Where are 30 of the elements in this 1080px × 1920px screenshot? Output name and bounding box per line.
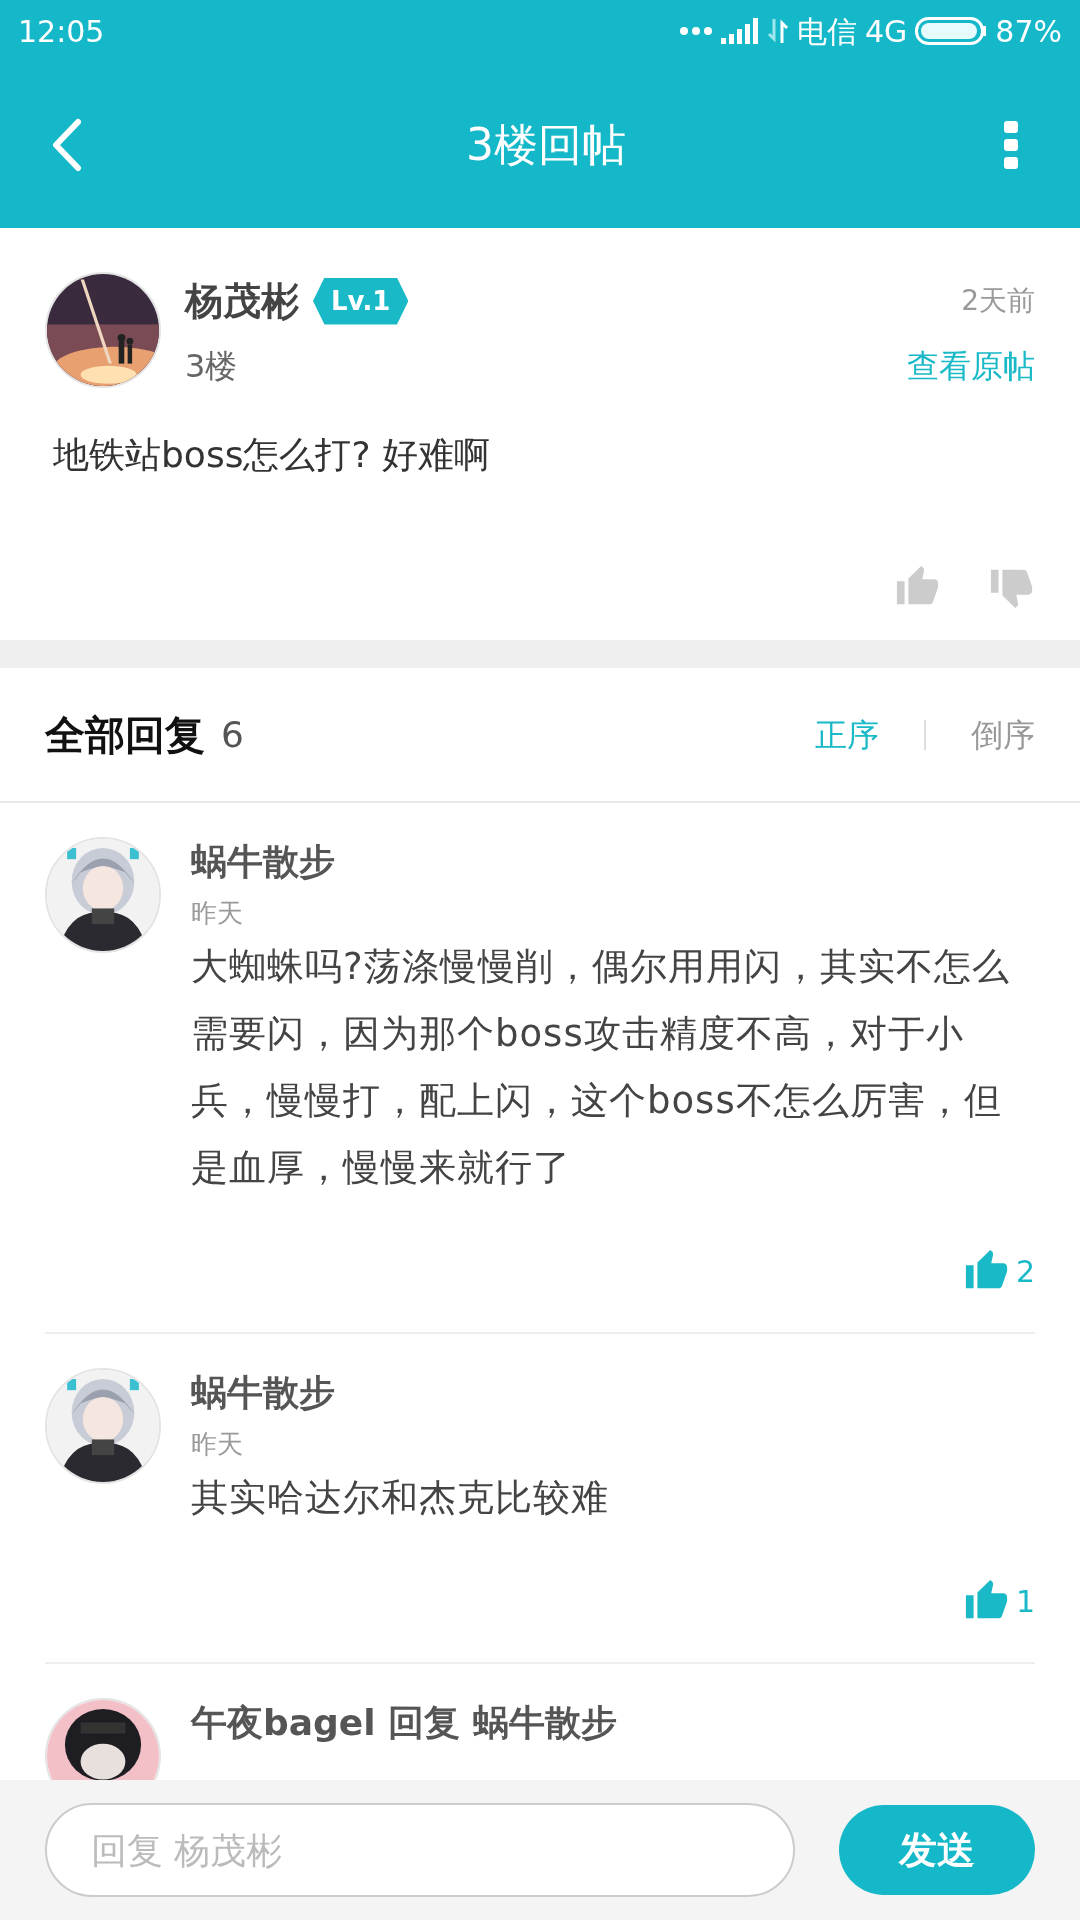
- post-text: 地铁站boss怎么打? 好难啊: [52, 433, 491, 477]
- section-title: 全部回复: [45, 710, 205, 760]
- sort-option[interactable]: 倒序: [971, 710, 1035, 759]
- level-badge: Lv.1: [313, 277, 409, 325]
- dots-icon: [678, 26, 713, 36]
- carrier-label: 电信: [796, 12, 857, 51]
- more-icon[interactable]: [1004, 121, 1018, 169]
- reply-time: 昨天: [191, 1428, 244, 1461]
- reply-count: 6: [221, 712, 244, 757]
- like-count: 2: [1015, 1252, 1035, 1291]
- sort-option[interactable]: 正序: [815, 710, 879, 759]
- author-name: 杨茂彬: [185, 278, 299, 325]
- page-title: 3楼回帖: [465, 118, 627, 172]
- reply-author: 蜗牛散步: [191, 840, 336, 884]
- reply-input[interactable]: 回复 杨茂彬: [45, 1803, 795, 1897]
- post-time: 2天前: [961, 283, 1035, 319]
- reply-author: 蜗牛散步: [191, 1371, 336, 1415]
- status-time: 12:05: [18, 12, 105, 51]
- floor-label: 3楼: [185, 346, 238, 387]
- reply-text: 其实哈达尔和杰克比较难: [191, 1475, 610, 1521]
- reply-text: 大蜘蛛吗?荡涤慢慢削，偶尔用用闪，其实不怎么需要闪，因为那个boss攻击精度不高，对于小兵，慢慢打，配上闪，这个boss不怎么厉害，但是血厚，慢慢来就行了: [191, 944, 1011, 1191]
- reply-author: 午夜bagel 回复 蜗牛散步: [191, 1701, 618, 1745]
- battery-percent: 87%: [995, 12, 1062, 51]
- like-count: 1: [1015, 1582, 1035, 1621]
- send-button[interactable]: 发送: [839, 1805, 1035, 1895]
- reply-time: 昨天: [191, 897, 244, 930]
- signal-icon: [720, 18, 759, 44]
- network-label: 4G: [864, 12, 908, 51]
- view-original-link[interactable]: 查看原帖: [907, 342, 1035, 390]
- battery-icon: [915, 17, 988, 45]
